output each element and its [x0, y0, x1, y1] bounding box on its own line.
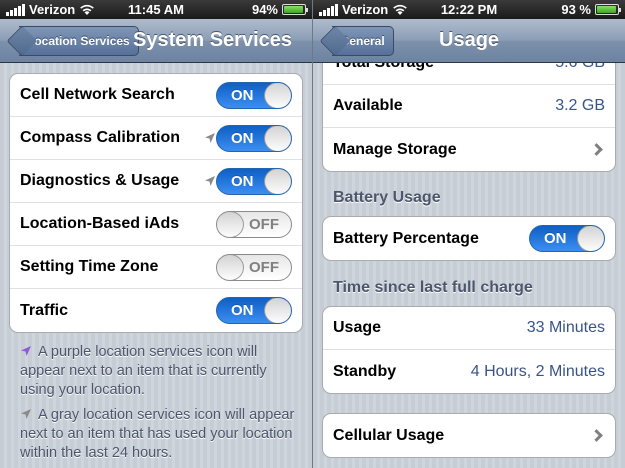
battery-icon	[595, 4, 621, 15]
row-cellular-usage[interactable]: Cellular Usage	[323, 414, 615, 457]
row-usage: Usage 33 Minutes	[323, 307, 615, 350]
page-title: System Services	[133, 29, 293, 51]
standby-value: 4 Hours, 2 Minutes	[470, 362, 605, 380]
chevron-right-icon	[590, 143, 603, 156]
compass-calibration-toggle[interactable]: ON	[216, 124, 292, 152]
purple-location-arrow-icon	[21, 346, 31, 356]
row-label: Usage	[333, 319, 382, 336]
nav-bar-overlay: General Usage	[313, 19, 625, 63]
status-bar: Verizon 12:22 PM 93 %	[313, 0, 625, 19]
battery-percent: 94%	[251, 2, 278, 17]
back-button[interactable]: Location Services	[6, 25, 139, 57]
row-label: Traffic	[20, 301, 69, 319]
system-services-screen: Verizon 11:45 AM 94% Location Services S…	[0, 0, 312, 468]
cell-network-search-toggle[interactable]: ON	[216, 81, 292, 109]
cellular-list: Cellular Usage	[322, 413, 616, 458]
row-diagnostics-usage[interactable]: Diagnostics & Usage ON	[10, 160, 302, 203]
battery-percent: 93 %	[561, 2, 591, 17]
row-label: Standby	[333, 362, 397, 380]
charge-list: Usage 33 Minutes Standby 4 Hours, 2 Minu…	[322, 306, 616, 394]
system-services-list: Cell Network Search ON Compass Calibrati…	[9, 73, 303, 333]
row-location-based-iads[interactable]: Location-Based iAds OFF	[10, 203, 302, 246]
battery-percentage-toggle[interactable]: ON	[529, 225, 605, 252]
gray-icon-footnote: A gray location services icon will appea…	[20, 407, 295, 461]
status-bar: Verizon 11:45 AM 94%	[0, 0, 312, 19]
purple-icon-footnote: A purple location services icon will app…	[20, 344, 267, 398]
row-label: Setting Time Zone	[20, 258, 159, 275]
location-arrow-icon	[205, 133, 215, 143]
page-title: Usage	[439, 29, 500, 51]
row-label: Location-Based iAds	[20, 215, 180, 232]
row-label: Cell Network Search	[20, 86, 175, 103]
row-setting-time-zone[interactable]: Setting Time Zone OFF	[10, 246, 302, 289]
chevron-right-icon	[590, 429, 603, 442]
back-button[interactable]: General	[319, 25, 394, 57]
row-label: Compass Calibration	[20, 129, 181, 146]
row-manage-storage[interactable]: Manage Storage	[323, 128, 615, 171]
row-standby: Standby 4 Hours, 2 Minutes	[323, 350, 615, 393]
row-label: Manage Storage	[333, 140, 457, 158]
available-value: 3.2 GB	[555, 97, 605, 114]
back-button-label: Location Services	[19, 26, 139, 56]
row-battery-percentage[interactable]: Battery Percentage ON	[323, 217, 615, 260]
diagnostics-usage-toggle[interactable]: ON	[216, 167, 292, 195]
usage-value: 33 Minutes	[526, 319, 605, 336]
charge-header: Time since last full charge	[333, 279, 533, 296]
nav-bar: Location Services System Services	[0, 19, 312, 63]
setting-time-zone-toggle[interactable]: OFF	[216, 253, 292, 281]
row-compass-calibration[interactable]: Compass Calibration ON	[10, 117, 302, 160]
location-based-iads-toggle[interactable]: OFF	[216, 210, 292, 238]
traffic-toggle[interactable]: ON	[216, 297, 292, 324]
battery-usage-header: Battery Usage	[333, 189, 441, 206]
row-label: Battery Percentage	[333, 229, 479, 247]
location-arrow-icon	[205, 176, 215, 186]
battery-list: Battery Percentage ON	[322, 216, 616, 261]
row-traffic[interactable]: Traffic ON	[10, 289, 302, 332]
row-label: Cellular Usage	[333, 426, 445, 444]
row-available: Available 3.2 GB	[323, 85, 615, 128]
battery-icon	[282, 4, 308, 15]
gray-location-arrow-icon	[21, 409, 31, 419]
row-cell-network-search[interactable]: Cell Network Search ON	[10, 74, 302, 117]
row-label: Available	[333, 97, 403, 114]
usage-screen: Verizon 12:22 PM 93 % General Usage Tota…	[313, 0, 625, 468]
row-label: Diagnostics & Usage	[20, 172, 180, 189]
